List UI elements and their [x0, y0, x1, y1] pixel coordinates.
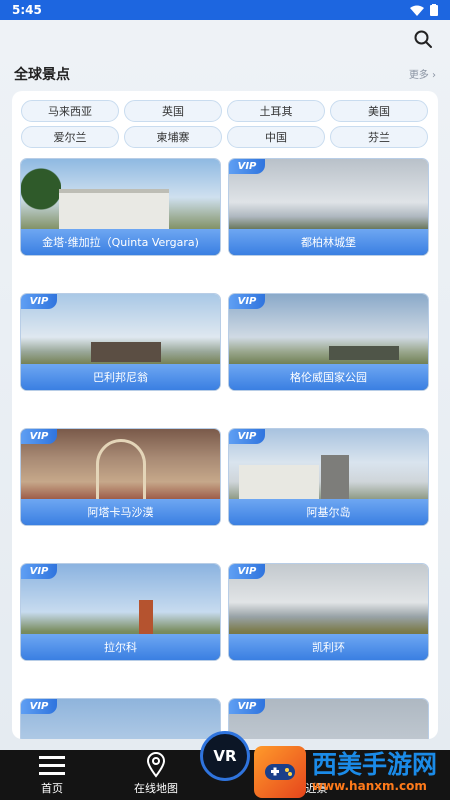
vip-badge: VIP — [229, 699, 265, 714]
country-tag[interactable]: 美国 — [330, 100, 428, 122]
country-tag[interactable]: 芬兰 — [330, 126, 428, 148]
status-bar: 5:45 — [0, 0, 450, 20]
section-title: 全球景点 — [14, 67, 70, 83]
country-tag[interactable]: 中国 — [227, 126, 325, 148]
gamepad-icon — [265, 764, 295, 780]
country-tag[interactable]: 土耳其 — [227, 100, 325, 122]
vip-badge: VIP — [21, 294, 57, 309]
scenic-card[interactable]: VIP 阿基尔岛 — [228, 428, 429, 526]
vip-badge: VIP — [229, 159, 265, 174]
country-tags: 马来西亚 英国 土耳其 美国 爱尔兰 柬埔寨 中国 芬兰 — [21, 100, 429, 148]
scenic-card[interactable]: VIP — [20, 698, 221, 739]
search-icon — [414, 30, 432, 48]
vip-badge: VIP — [21, 699, 57, 714]
vr-label: VR — [213, 747, 237, 765]
scenic-card[interactable]: 金塔·维加拉（Quinta Vergara) — [20, 158, 221, 256]
scenic-card[interactable]: VIP 凯利环 — [228, 563, 429, 661]
country-tag[interactable]: 英国 — [124, 100, 222, 122]
nav-map-label: 在线地图 — [134, 782, 178, 795]
scenic-title: 凯利环 — [229, 634, 428, 660]
vr-button[interactable]: VR — [200, 731, 250, 781]
scenic-card[interactable]: VIP 巴利邦尼翁 — [20, 293, 221, 391]
watermark-title: 西美手游网 — [312, 750, 438, 779]
watermark: 西美手游网 www.hanxm.com — [254, 744, 450, 800]
country-tag[interactable]: 马来西亚 — [21, 100, 119, 122]
scenic-card[interactable]: VIP 格伦威国家公园 — [228, 293, 429, 391]
scenic-title: 巴利邦尼翁 — [21, 364, 220, 390]
country-tag[interactable]: 柬埔寨 — [124, 126, 222, 148]
scenic-card[interactable]: VIP — [228, 698, 429, 739]
scenic-title: 阿基尔岛 — [229, 499, 428, 525]
watermark-logo — [254, 746, 306, 798]
scenic-title: 拉尔科 — [21, 634, 220, 660]
vip-badge: VIP — [229, 564, 265, 579]
scenic-title: 格伦威国家公园 — [229, 364, 428, 390]
watermark-url: www.hanxm.com — [312, 779, 427, 793]
vip-badge: VIP — [21, 429, 57, 444]
search-button[interactable] — [412, 28, 434, 50]
status-time: 5:45 — [12, 3, 42, 17]
country-tag[interactable]: 爱尔兰 — [21, 126, 119, 148]
scenic-panel: 马来西亚 英国 土耳其 美国 爱尔兰 柬埔寨 中国 芬兰 金塔·维加拉（Quin… — [12, 91, 438, 739]
vip-badge: VIP — [229, 294, 265, 309]
battery-icon — [430, 4, 438, 16]
nav-home-label: 首页 — [41, 782, 63, 795]
vip-badge: VIP — [21, 564, 57, 579]
wifi-icon — [410, 5, 424, 16]
scenic-title: 金塔·维加拉（Quinta Vergara) — [21, 229, 220, 255]
vip-badge: VIP — [229, 429, 265, 444]
scenic-card[interactable]: VIP 都柏林城堡 — [228, 158, 429, 256]
scenic-title: 都柏林城堡 — [229, 229, 428, 255]
scenic-card[interactable]: VIP 拉尔科 — [20, 563, 221, 661]
scenic-title: 阿塔卡马沙漠 — [21, 499, 220, 525]
scenic-card[interactable]: VIP 阿塔卡马沙漠 — [20, 428, 221, 526]
more-link[interactable]: 更多 › — [409, 66, 436, 81]
nav-home[interactable]: 首页 — [22, 750, 82, 800]
map-pin-icon — [146, 752, 166, 778]
menu-icon — [39, 756, 65, 775]
nav-map[interactable]: 在线地图 — [124, 750, 188, 800]
